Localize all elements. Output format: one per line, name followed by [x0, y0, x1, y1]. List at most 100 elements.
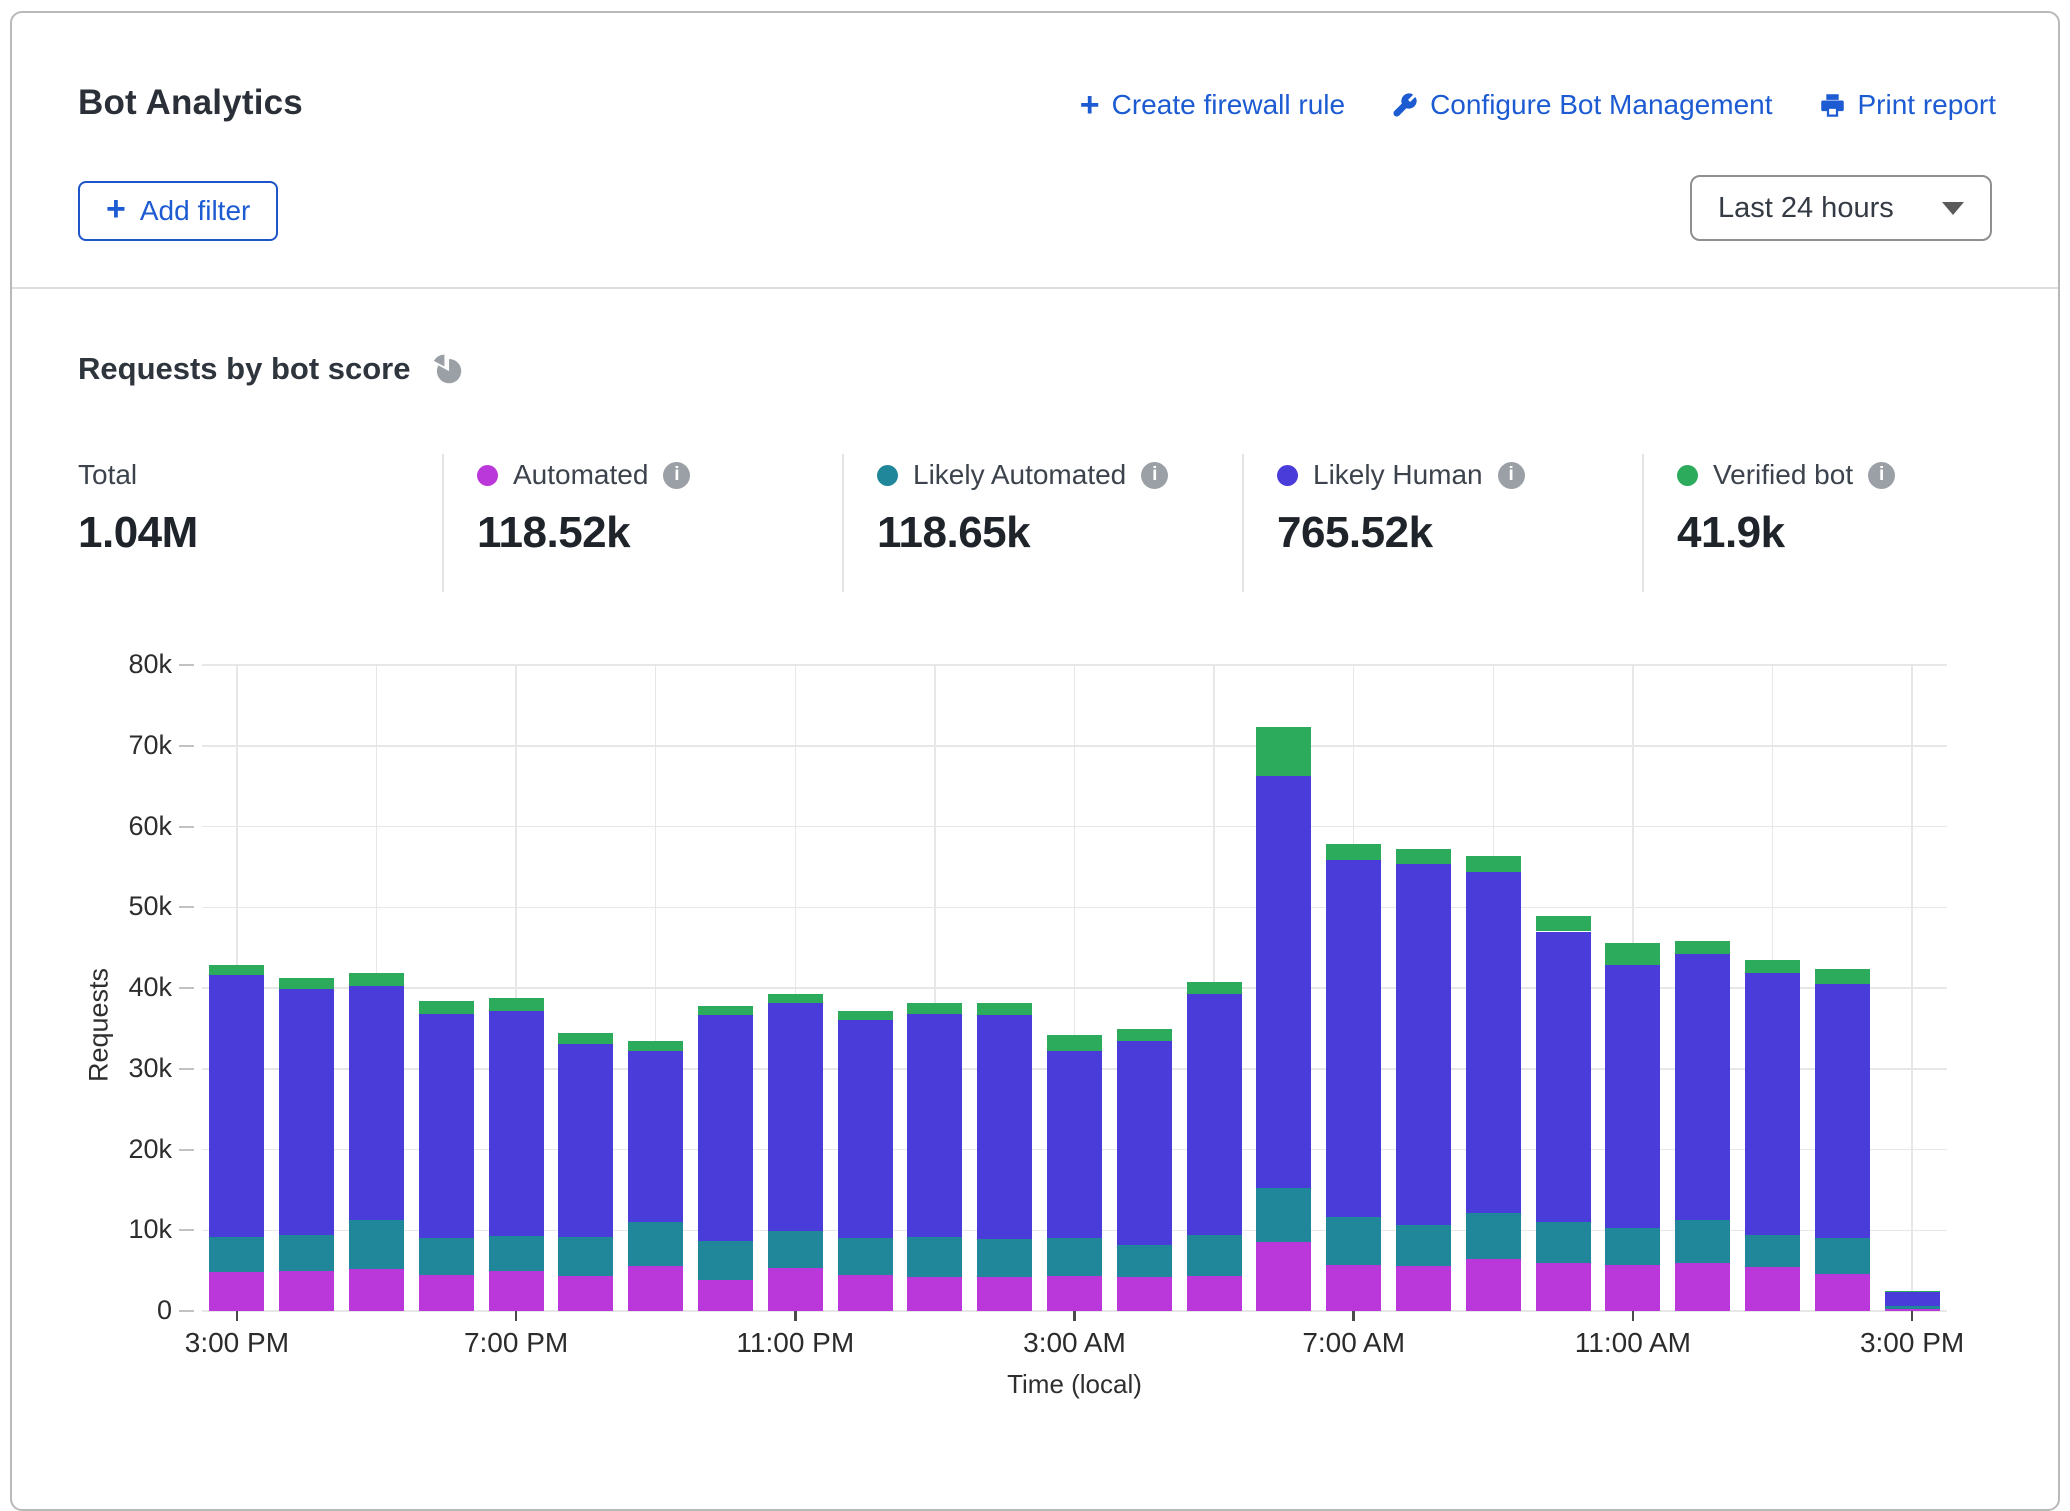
bar-segment-automated[interactable] — [349, 1269, 404, 1311]
bar-segment-likely-human[interactable] — [1815, 984, 1870, 1238]
bar-7-00-am[interactable] — [1326, 844, 1381, 1311]
bar-segment-automated[interactable] — [209, 1272, 264, 1311]
bar-segment-verified-bot[interactable] — [349, 973, 404, 987]
bar-segment-likely-human[interactable] — [1885, 1292, 1940, 1307]
bar-5-00-pm[interactable] — [349, 973, 404, 1311]
bar-10-00-pm[interactable] — [698, 1006, 753, 1311]
bar-segment-likely-human[interactable] — [1117, 1041, 1172, 1245]
bar-segment-automated[interactable] — [1605, 1265, 1660, 1311]
bar-segment-verified-bot[interactable] — [1745, 960, 1800, 974]
bar-10-00-am[interactable] — [1536, 916, 1591, 1311]
bar-segment-likely-human[interactable] — [977, 1015, 1032, 1239]
bar-segment-automated[interactable] — [1187, 1276, 1242, 1311]
bar-segment-verified-bot[interactable] — [1396, 849, 1451, 864]
bar-segment-likely-human[interactable] — [838, 1020, 893, 1238]
bar-3-00-am[interactable] — [1047, 1035, 1102, 1311]
bar-segment-likely-human[interactable] — [907, 1014, 962, 1237]
bar-1-00-pm[interactable] — [1745, 960, 1800, 1311]
bar-12-00-am[interactable] — [838, 1011, 893, 1311]
bar-segment-likely-automated[interactable] — [419, 1238, 474, 1276]
bar-segment-verified-bot[interactable] — [698, 1006, 753, 1016]
bar-segment-automated[interactable] — [1256, 1242, 1311, 1311]
create-firewall-rule-link[interactable]: + Create firewall rule — [1080, 89, 1345, 121]
bar-segment-likely-automated[interactable] — [279, 1235, 334, 1271]
bar-segment-likely-automated[interactable] — [1675, 1220, 1730, 1264]
bar-6-00-am[interactable] — [1256, 727, 1311, 1311]
bar-1-00-am[interactable] — [907, 1003, 962, 1311]
bar-segment-automated[interactable] — [419, 1275, 474, 1311]
bar-segment-verified-bot[interactable] — [977, 1003, 1032, 1014]
bar-segment-likely-human[interactable] — [628, 1051, 683, 1222]
bar-segment-automated[interactable] — [1326, 1265, 1381, 1311]
bar-segment-automated[interactable] — [838, 1275, 893, 1311]
bar-segment-likely-human[interactable] — [1605, 965, 1660, 1227]
bar-segment-verified-bot[interactable] — [907, 1003, 962, 1013]
bar-segment-likely-automated[interactable] — [1187, 1235, 1242, 1276]
bar-segment-automated[interactable] — [1536, 1263, 1591, 1311]
bar-6-00-pm[interactable] — [419, 1001, 474, 1311]
bar-segment-automated[interactable] — [1466, 1259, 1521, 1311]
bar-segment-verified-bot[interactable] — [838, 1011, 893, 1020]
add-filter-button[interactable]: + Add filter — [78, 181, 278, 241]
bar-segment-automated[interactable] — [907, 1277, 962, 1311]
bar-segment-likely-automated[interactable] — [349, 1220, 404, 1269]
bar-segment-likely-automated[interactable] — [1256, 1188, 1311, 1241]
bar-segment-verified-bot[interactable] — [1117, 1029, 1172, 1040]
bar-segment-automated[interactable] — [558, 1276, 613, 1311]
print-report-link[interactable]: Print report — [1819, 89, 1997, 121]
configure-bot-management-link[interactable]: Configure Bot Management — [1391, 89, 1772, 121]
bar-segment-verified-bot[interactable] — [1536, 916, 1591, 931]
bar-segment-verified-bot[interactable] — [768, 994, 823, 1004]
bar-segment-likely-automated[interactable] — [977, 1239, 1032, 1277]
bar-segment-automated[interactable] — [1117, 1277, 1172, 1311]
bar-segment-likely-human[interactable] — [558, 1044, 613, 1237]
bar-segment-likely-automated[interactable] — [1117, 1245, 1172, 1277]
bar-segment-likely-human[interactable] — [1466, 872, 1521, 1213]
bar-segment-verified-bot[interactable] — [1047, 1035, 1102, 1051]
bar-segment-likely-human[interactable] — [1675, 954, 1730, 1220]
bar-segment-likely-human[interactable] — [1326, 860, 1381, 1218]
bar-segment-likely-automated[interactable] — [1605, 1228, 1660, 1265]
bar-2-00-am[interactable] — [977, 1003, 1032, 1311]
bar-segment-likely-human[interactable] — [279, 989, 334, 1235]
bar-segment-verified-bot[interactable] — [419, 1001, 474, 1014]
bar-segment-verified-bot[interactable] — [1675, 941, 1730, 954]
bar-segment-verified-bot[interactable] — [558, 1033, 613, 1043]
bar-segment-likely-automated[interactable] — [1885, 1306, 1940, 1308]
bar-segment-verified-bot[interactable] — [489, 998, 544, 1011]
bar-segment-likely-automated[interactable] — [838, 1238, 893, 1276]
bar-segment-automated[interactable] — [977, 1277, 1032, 1311]
bar-segment-verified-bot[interactable] — [1326, 844, 1381, 859]
bar-segment-automated[interactable] — [1745, 1267, 1800, 1311]
bar-segment-verified-bot[interactable] — [1605, 943, 1660, 966]
bar-segment-verified-bot[interactable] — [1256, 727, 1311, 775]
bar-segment-likely-human[interactable] — [419, 1014, 474, 1238]
bar-segment-likely-automated[interactable] — [1326, 1217, 1381, 1265]
bar-segment-likely-human[interactable] — [768, 1003, 823, 1231]
bar-5-00-am[interactable] — [1187, 982, 1242, 1311]
bar-segment-automated[interactable] — [1675, 1263, 1730, 1311]
bar-segment-likely-human[interactable] — [209, 975, 264, 1237]
bar-segment-automated[interactable] — [489, 1271, 544, 1311]
bar-segment-likely-automated[interactable] — [1815, 1238, 1870, 1274]
bar-segment-automated[interactable] — [1396, 1266, 1451, 1311]
bar-12-00-pm[interactable] — [1675, 941, 1730, 1311]
bar-segment-automated[interactable] — [698, 1280, 753, 1311]
info-icon[interactable]: i — [663, 462, 690, 489]
bar-9-00-pm[interactable] — [628, 1041, 683, 1312]
bar-segment-verified-bot[interactable] — [1466, 856, 1521, 872]
bar-segment-likely-automated[interactable] — [1047, 1238, 1102, 1277]
bar-segment-likely-automated[interactable] — [698, 1241, 753, 1280]
bar-segment-likely-automated[interactable] — [768, 1231, 823, 1268]
bar-segment-likely-human[interactable] — [1396, 864, 1451, 1225]
bar-segment-likely-human[interactable] — [1745, 973, 1800, 1235]
bar-11-00-am[interactable] — [1605, 943, 1660, 1311]
bar-8-00-am[interactable] — [1396, 849, 1451, 1311]
bar-segment-likely-automated[interactable] — [1396, 1225, 1451, 1265]
bar-7-00-pm[interactable] — [489, 998, 544, 1311]
bar-segment-likely-human[interactable] — [1256, 776, 1311, 1189]
bar-segment-likely-automated[interactable] — [1466, 1213, 1521, 1260]
bar-4-00-am[interactable] — [1117, 1029, 1172, 1311]
bar-2-00-pm[interactable] — [1815, 969, 1870, 1311]
bar-8-00-pm[interactable] — [558, 1033, 613, 1311]
